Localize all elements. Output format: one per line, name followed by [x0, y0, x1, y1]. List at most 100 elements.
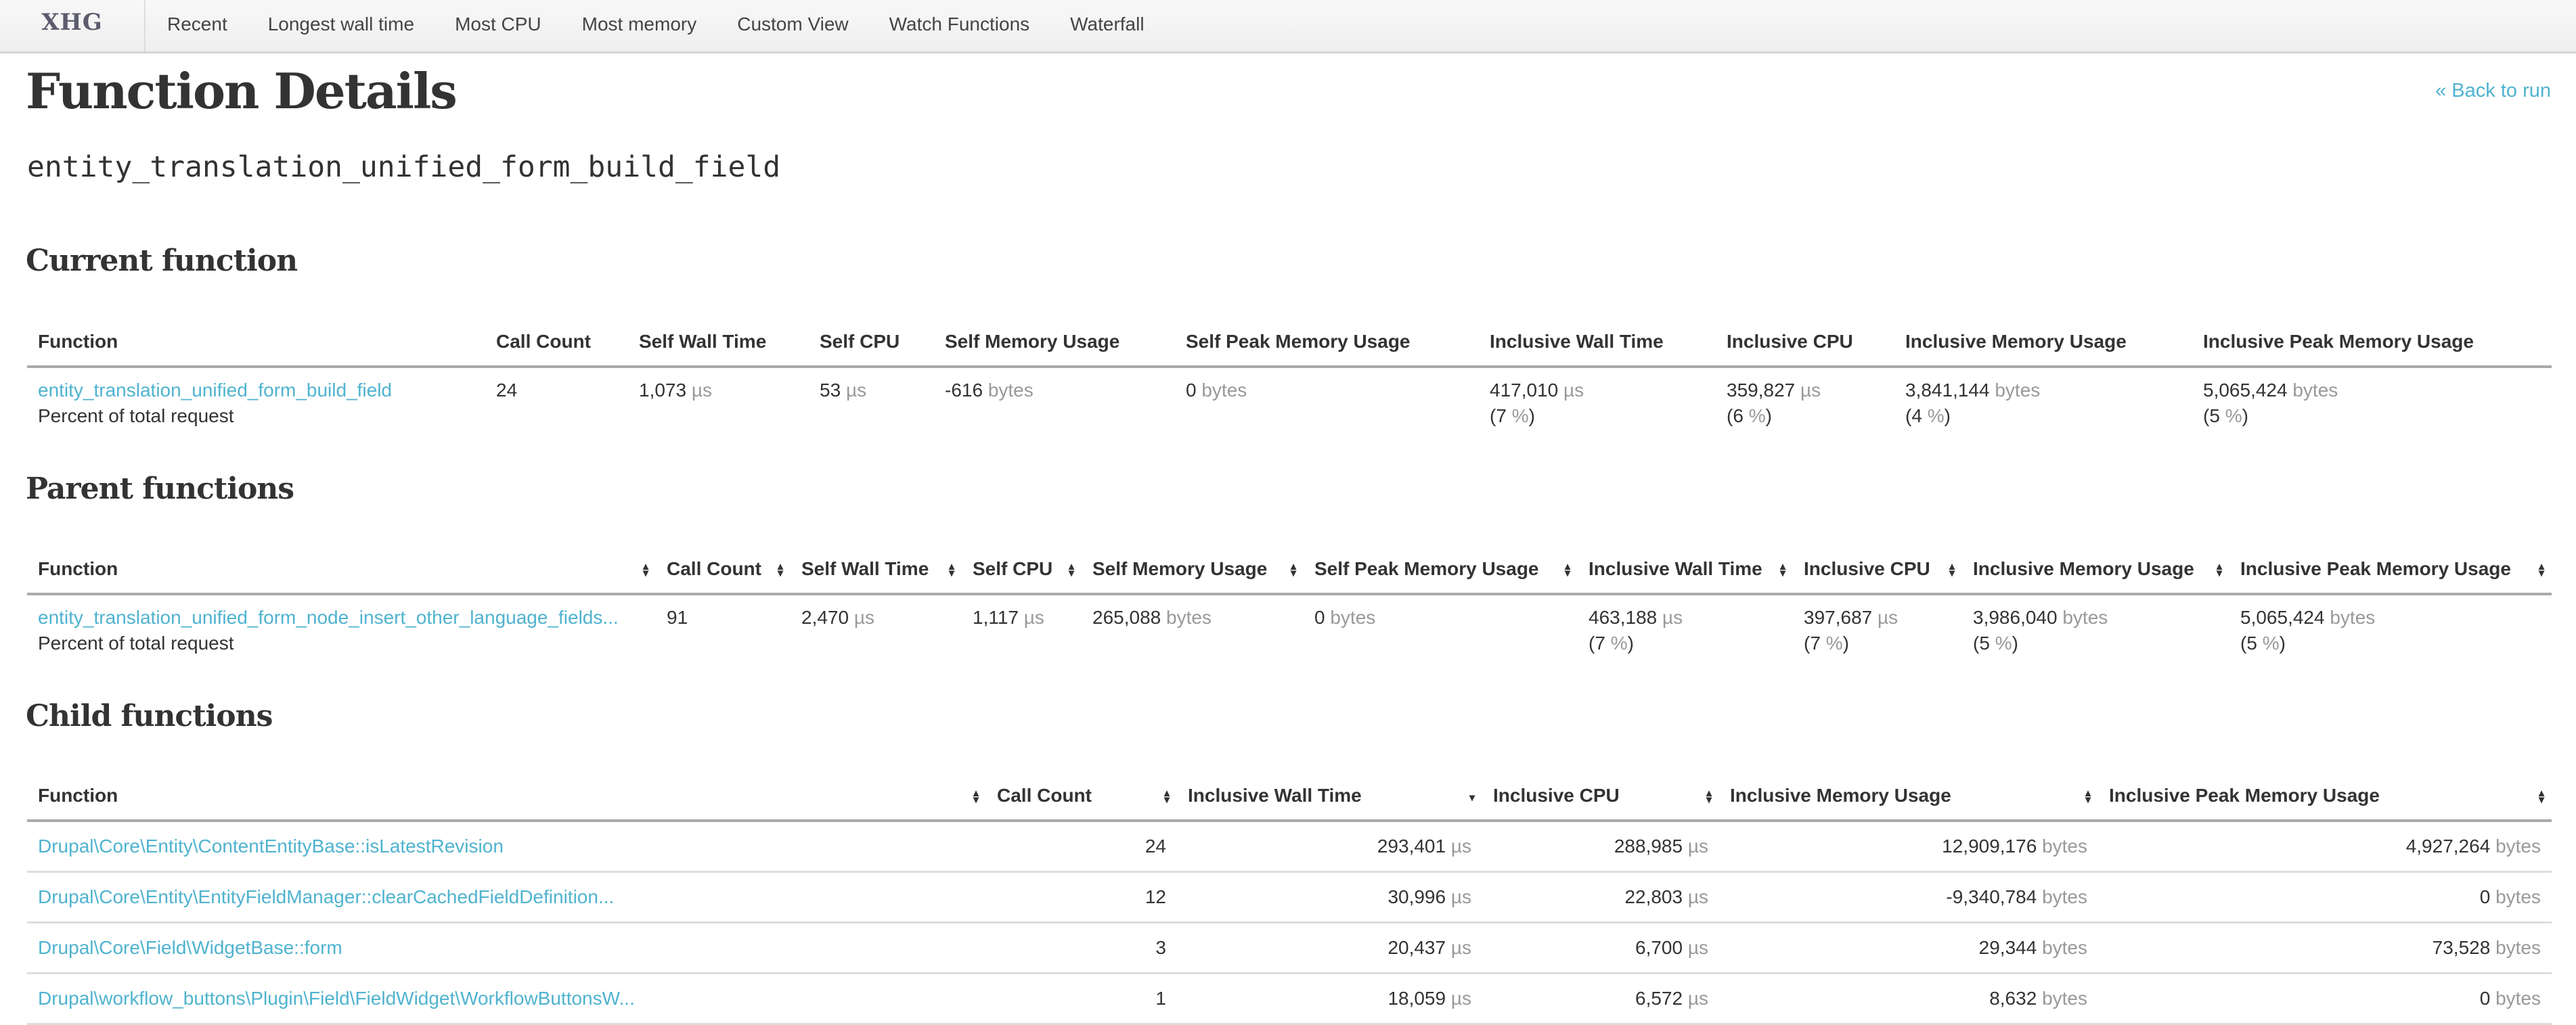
percent-label: Percent of total request — [38, 633, 234, 654]
col-inclusive-memory: Inclusive Memory Usage — [1894, 318, 2192, 368]
nav-item-recent[interactable]: Recent — [147, 0, 248, 51]
call-count: 91 — [667, 607, 688, 628]
function-link[interactable]: Drupal\Core\Field\WidgetBase::form — [38, 937, 342, 958]
col-function[interactable]: Function ▴ ▾ — [27, 545, 656, 595]
call-count: 12 — [986, 871, 1177, 924]
col-self-peak-memory: Self Peak Memory Usage — [1175, 318, 1479, 368]
sort-icon[interactable]: ▴ ▾ — [1947, 562, 1957, 579]
sort-icon[interactable]: ▴ ▾ — [1563, 562, 1572, 579]
sort-icon[interactable]: ▴ ▾ — [1162, 788, 1172, 806]
self-cpu: 53 µs — [820, 380, 867, 401]
col-self-memory: Self Memory Usage — [934, 318, 1175, 368]
inclusive-memory: 3,841,144 bytes (4 %) — [1905, 380, 2041, 426]
back-to-run-link[interactable]: « Back to run — [2435, 80, 2551, 102]
sort-icon[interactable]: ▴ ▾ — [641, 562, 650, 579]
child-functions-table: Function ▴ ▾ Call Count ▴ ▾ Inclusive Wall T… — [27, 772, 2552, 1025]
nav-item-custom-view[interactable]: Custom View — [717, 0, 868, 51]
sort-icon[interactable]: ▴ ▾ — [2083, 788, 2093, 806]
nav-item-most-cpu[interactable]: Most CPU — [435, 0, 562, 51]
sort-icon[interactable]: ▴ ▾ — [1778, 562, 1787, 579]
parent-functions-heading: Parent functions — [26, 472, 294, 506]
page-title: Function Details — [26, 62, 458, 120]
col-self-memory[interactable]: Self Memory Usage ▴ ▾ — [1082, 545, 1304, 595]
inclusive-cpu: 22,803 µs — [1482, 871, 1719, 924]
col-inclusive-cpu[interactable]: Inclusive CPU ▴ ▾ — [1482, 772, 1719, 822]
sort-icon[interactable]: ▴ ▾ — [1067, 562, 1076, 579]
inclusive-cpu: 359,827 µs (6 %) — [1727, 380, 1821, 426]
nav-item-longest-wall-time[interactable]: Longest wall time — [248, 0, 435, 51]
inclusive-peak-memory: 0 bytes — [2098, 871, 2552, 924]
self-wall-time: 2,470 µs — [801, 607, 874, 628]
inclusive-memory: 29,344 bytes — [1719, 922, 2098, 974]
function-link[interactable]: Drupal\workflow_buttons\Plugin\Field\Fie… — [38, 988, 635, 1009]
table-row: Drupal\Core\Entity\EntityFieldManager::c… — [27, 871, 2552, 924]
col-self-wall-time[interactable]: Self Wall Time ▴ ▾ — [791, 545, 962, 595]
col-inclusive-cpu[interactable]: Inclusive CPU ▴ ▾ — [1793, 545, 1962, 595]
call-count: 24 — [986, 821, 1177, 873]
col-inclusive-peak-memory[interactable]: Inclusive Peak Memory Usage ▴ ▾ — [2229, 545, 2552, 595]
col-self-peak-memory[interactable]: Self Peak Memory Usage ▴ ▾ — [1304, 545, 1578, 595]
sort-icon[interactable]: ▴ ▾ — [2537, 788, 2546, 806]
table-row: Drupal\Core\Entity\ContentEntityBase::is… — [27, 821, 2552, 873]
table-row: Drupal\Core\Field\WidgetBase::form 3 20,… — [27, 922, 2552, 974]
sort-desc-icon[interactable]: ▾ — [1467, 791, 1477, 804]
inclusive-cpu: 397,687 µs (7 %) — [1804, 607, 1898, 654]
nav-item-most-memory[interactable]: Most memory — [562, 0, 717, 51]
nav-item-watch-functions[interactable]: Watch Functions — [869, 0, 1050, 51]
col-call-count[interactable]: Call Count ▴ ▾ — [986, 772, 1177, 822]
parent-functions-table: Function ▴ ▾ Call Count ▴ ▾ Self Wall Time ▴ ▾… — [27, 545, 2552, 667]
col-inclusive-peak-memory[interactable]: Inclusive Peak Memory Usage ▴ ▾ — [2098, 772, 2552, 822]
col-call-count[interactable]: Call Count ▴ ▾ — [656, 545, 791, 595]
percent-label: Percent of total request — [38, 405, 234, 426]
col-inclusive-peak-memory: Inclusive Peak Memory Usage — [2192, 318, 2552, 368]
sort-icon[interactable]: ▴ ▾ — [2537, 562, 2546, 579]
sort-icon[interactable]: ▴ ▾ — [2215, 562, 2224, 579]
sort-icon[interactable]: ▴ ▾ — [947, 562, 956, 579]
col-self-cpu[interactable]: Self CPU ▴ ▾ — [962, 545, 1082, 595]
self-peak-memory: 0 bytes — [1314, 607, 1376, 628]
inclusive-wall-time: 30,996 µs — [1177, 871, 1482, 924]
brand-logo[interactable]: XHG — [0, 0, 146, 51]
inclusive-cpu: 6,700 µs — [1482, 922, 1719, 974]
self-memory: 265,088 bytes — [1092, 607, 1212, 628]
inclusive-wall-time: 417,010 µs (7 %) — [1490, 380, 1584, 426]
inclusive-memory: 3,986,040 bytes (5 %) — [1973, 607, 2108, 654]
col-inclusive-wall-time[interactable]: Inclusive Wall Time ▾ — [1177, 772, 1482, 822]
function-link[interactable]: entity_translation_unified_form_node_ins… — [38, 607, 619, 628]
table-row: Drupal\workflow_buttons\Plugin\Field\Fie… — [27, 973, 2552, 1025]
function-link[interactable]: Drupal\Core\Entity\ContentEntityBase::is… — [38, 836, 504, 857]
inclusive-memory: 8,632 bytes — [1719, 973, 2098, 1025]
inclusive-wall-time: 18,059 µs — [1177, 973, 1482, 1025]
sort-icon[interactable]: ▴ ▾ — [971, 788, 981, 806]
inclusive-peak-memory: 4,927,264 bytes — [2098, 821, 2552, 873]
function-link[interactable]: entity_translation_unified_form_build_fi… — [38, 380, 392, 401]
inclusive-peak-memory: 5,065,424 bytes (5 %) — [2240, 607, 2376, 654]
function-link[interactable]: Drupal\Core\Entity\EntityFieldManager::c… — [38, 886, 614, 907]
call-count: 3 — [986, 922, 1177, 974]
function-name: entity_translation_unified_form_build_fi… — [27, 150, 781, 184]
sort-icon[interactable]: ▴ ▾ — [776, 562, 785, 579]
inclusive-peak-memory: 5,065,424 bytes (5 %) — [2203, 380, 2338, 426]
col-function[interactable]: Function ▴ ▾ — [27, 772, 986, 822]
col-inclusive-memory[interactable]: Inclusive Memory Usage ▴ ▾ — [1962, 545, 2229, 595]
call-count: 24 — [496, 380, 518, 401]
inclusive-wall-time: 293,401 µs — [1177, 821, 1482, 873]
col-inclusive-wall-time[interactable]: Inclusive Wall Time ▴ ▾ — [1578, 545, 1793, 595]
inclusive-wall-time: 463,188 µs (7 %) — [1589, 607, 1683, 654]
top-navbar: XHG Recent Longest wall time Most CPU Mo… — [0, 0, 2576, 53]
inclusive-cpu: 288,985 µs — [1482, 821, 1719, 873]
inclusive-memory: 12,909,176 bytes — [1719, 821, 2098, 873]
self-cpu: 1,117 µs — [973, 607, 1044, 628]
col-inclusive-memory[interactable]: Inclusive Memory Usage ▴ ▾ — [1719, 772, 2098, 822]
col-inclusive-wall-time: Inclusive Wall Time — [1479, 318, 1716, 368]
inclusive-cpu: 6,572 µs — [1482, 973, 1719, 1025]
nav-item-waterfall[interactable]: Waterfall — [1050, 0, 1164, 51]
table-header-row: Function Call Count Self Wall Time Self … — [27, 318, 2552, 368]
nav-menu: Recent Longest wall time Most CPU Most m… — [147, 0, 1165, 51]
child-functions-heading: Child functions — [26, 699, 273, 733]
sort-icon[interactable]: ▴ ▾ — [1704, 788, 1714, 806]
table-header-row: Function ▴ ▾ Call Count ▴ ▾ Self Wall Time ▴ ▾… — [27, 545, 2552, 595]
sort-icon[interactable]: ▴ ▾ — [1289, 562, 1298, 579]
current-function-table: Function Call Count Self Wall Time Self … — [27, 318, 2552, 440]
self-memory: -616 bytes — [945, 380, 1034, 401]
